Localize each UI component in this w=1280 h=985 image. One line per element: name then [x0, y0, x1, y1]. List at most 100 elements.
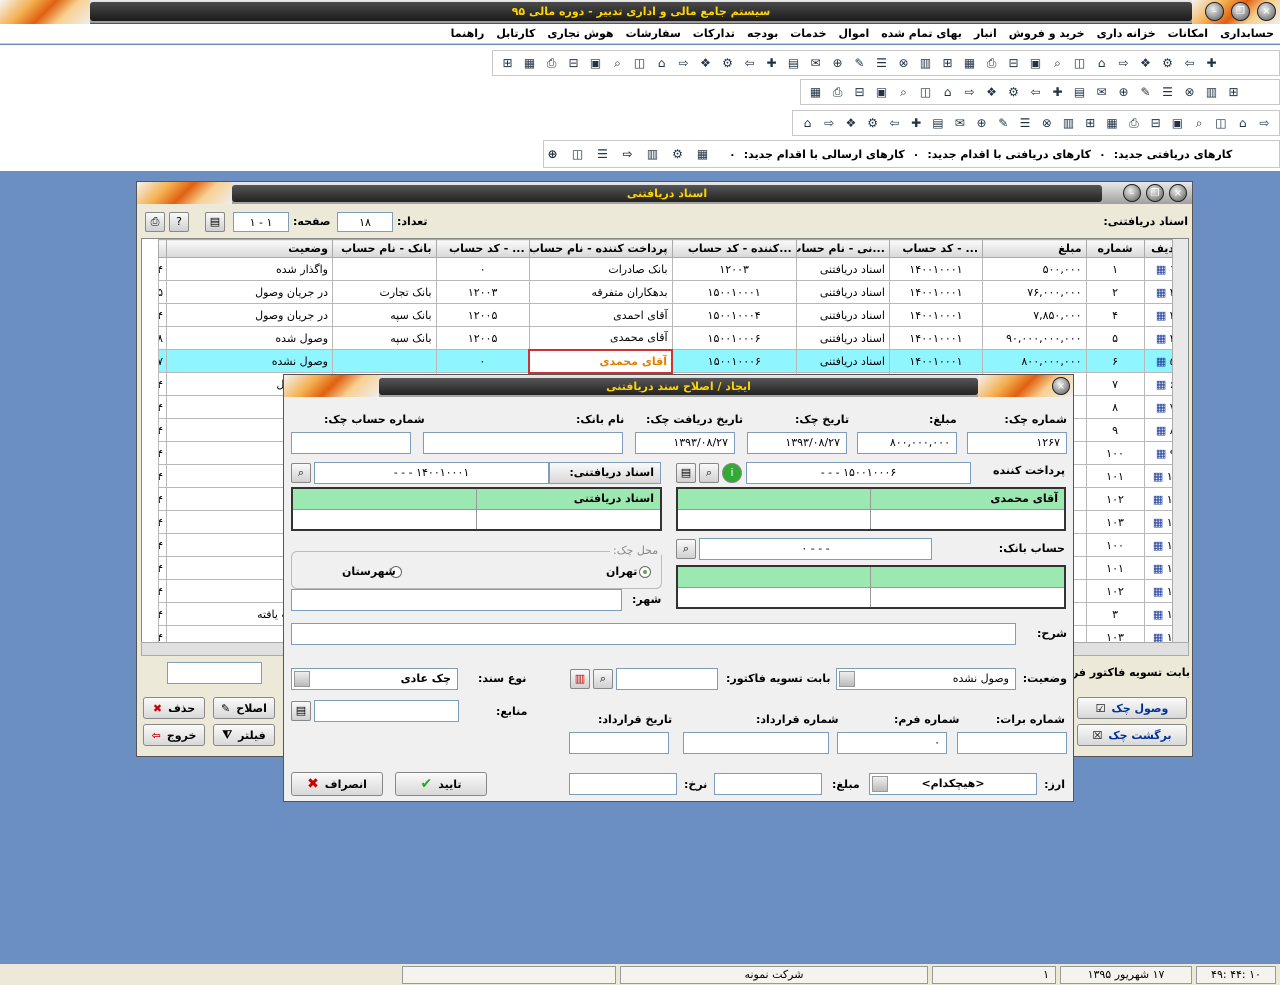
- bottom-invoice-field[interactable]: [167, 662, 262, 684]
- dialog-close-icon[interactable]: ×: [1052, 377, 1070, 395]
- row-icon[interactable]: ▦: [1156, 378, 1170, 391]
- toolbar-icon[interactable]: ⊞: [939, 55, 956, 72]
- kartabl-icon[interactable]: ▦: [694, 146, 711, 163]
- check-no-field[interactable]: ۱۲۶۷: [967, 432, 1067, 454]
- toolbar-icon[interactable]: ✚: [763, 55, 780, 72]
- toolbar-icon[interactable]: ⇦: [1181, 55, 1198, 72]
- ok-button[interactable]: تایید ✔: [395, 772, 487, 796]
- table-row[interactable]: ۱ ▦۱۵۰۰,۰۰۰۱۴۰۰۱۰۰۰۱اسناد دریافتنی۱۲۰۰۳ب…: [157, 257, 1188, 281]
- row-icon[interactable]: ▦: [1153, 562, 1167, 575]
- row-icon[interactable]: ▦: [1153, 493, 1167, 506]
- filter-button[interactable]: فیلتر ⧩: [213, 724, 275, 746]
- toolbar-icon[interactable]: ▣: [1169, 115, 1186, 132]
- kartabl-icon[interactable]: ⚙: [669, 146, 686, 163]
- toolbar-icon[interactable]: ☰: [873, 55, 890, 72]
- contract-date-field[interactable]: [569, 732, 669, 754]
- row-icon[interactable]: ▦: [1153, 539, 1167, 552]
- bank-name-field[interactable]: [423, 432, 623, 454]
- table-row[interactable]: ۴ ▦۵۹۰,۰۰۰,۰۰۰,۰۰۰۱۴۰۰۱۰۰۰۱اسناد دریافتن…: [157, 326, 1188, 350]
- received-action-value[interactable]: ۰: [913, 148, 920, 161]
- toolbar-icon[interactable]: ▣: [587, 55, 604, 72]
- toolbar-icon[interactable]: ⎙: [1125, 115, 1142, 132]
- barat-field[interactable]: [957, 732, 1067, 754]
- toolbar-icon[interactable]: ⚙: [1005, 84, 1022, 101]
- toolbar-icon[interactable]: ✉: [1093, 84, 1110, 101]
- toolbar-icon[interactable]: ✚: [1203, 55, 1220, 72]
- win-minimize-icon[interactable]: –: [1123, 184, 1141, 202]
- radio-tehran[interactable]: [639, 566, 651, 578]
- toolbar-icon[interactable]: ▥: [1060, 115, 1077, 132]
- toolbar-icon[interactable]: ⌕: [1049, 55, 1066, 72]
- page-value[interactable]: ۱ - ۱: [233, 212, 289, 232]
- received-value[interactable]: ۰: [1099, 148, 1106, 161]
- cancel-button[interactable]: انصراف ✖: [291, 772, 383, 796]
- print-icon[interactable]: ⎙: [145, 212, 165, 232]
- restore-icon[interactable]: ❐: [1231, 2, 1250, 21]
- toolbar-icon[interactable]: ⊞: [1225, 84, 1242, 101]
- toolbar-icon[interactable]: ☰: [1017, 115, 1034, 132]
- sent-action-value[interactable]: ۰: [729, 148, 736, 161]
- win-close-icon[interactable]: ×: [1169, 184, 1187, 202]
- row-icon[interactable]: ▦: [1153, 585, 1167, 598]
- toolbar-icon[interactable]: ⊞: [1082, 115, 1099, 132]
- bargasht-check-button[interactable]: برگشت چک ☒: [1077, 724, 1187, 746]
- menu-item[interactable]: راهنما: [445, 24, 491, 44]
- menu-item[interactable]: بهای تمام شده: [875, 24, 968, 44]
- menu-item[interactable]: کارتابل: [490, 24, 541, 44]
- toolbar-icon[interactable]: ▤: [930, 115, 947, 132]
- toolbar-icon[interactable]: ⊕: [829, 55, 846, 72]
- toolbar-icon[interactable]: ⌕: [1191, 115, 1208, 132]
- menu-item[interactable]: خرید و فروش: [1003, 24, 1091, 44]
- invoice-search-icon[interactable]: ⌕: [593, 669, 613, 689]
- row-icon[interactable]: ▦: [1156, 332, 1170, 345]
- row-icon[interactable]: ▦: [1156, 286, 1170, 299]
- toolbar-icon[interactable]: ✎: [995, 115, 1012, 132]
- toolbar-icon[interactable]: ⇨: [821, 115, 838, 132]
- toolbar-icon[interactable]: ⊕: [973, 115, 990, 132]
- account-no-field[interactable]: [291, 432, 411, 454]
- toolbar-icon[interactable]: ⎙: [983, 55, 1000, 72]
- menu-item[interactable]: تدارکات: [687, 24, 741, 44]
- toolbar-icon[interactable]: ⌂: [653, 55, 670, 72]
- toolbar-icon[interactable]: ✉: [951, 115, 968, 132]
- payer-doc-icon[interactable]: ▤: [676, 463, 696, 483]
- city-field[interactable]: [291, 589, 622, 611]
- toolbar-icon[interactable]: ◫: [1213, 115, 1230, 132]
- rate-field[interactable]: [569, 773, 677, 795]
- toolbar-icon[interactable]: ✚: [908, 115, 925, 132]
- toolbar-icon[interactable]: ⊟: [851, 84, 868, 101]
- kartabl-icon[interactable]: ◫: [569, 146, 586, 163]
- toolbar-icon[interactable]: ✎: [1137, 84, 1154, 101]
- menu-item[interactable]: اموال: [833, 24, 876, 44]
- column-header[interactable]: پرداخت کننده - نام حساب: [528, 239, 673, 258]
- cur-amount-field[interactable]: [714, 773, 822, 795]
- row-icon[interactable]: ▦: [1156, 355, 1170, 368]
- column-header[interactable]: شماره: [1085, 239, 1145, 258]
- toolbar-icon[interactable]: ⊗: [1038, 115, 1055, 132]
- kartabl-icon[interactable]: ▥: [644, 146, 661, 163]
- toolbar-icon[interactable]: ❖: [1137, 55, 1154, 72]
- toolbar-icon[interactable]: ◫: [1071, 55, 1088, 72]
- payer-code-field[interactable]: ۱۵۰۰۱۰۰۰۶ - - -: [746, 462, 971, 484]
- row-icon[interactable]: ▦: [1153, 608, 1167, 621]
- toolbar-icon[interactable]: ▥: [917, 55, 934, 72]
- table-row[interactable]: ۳ ▦۴۷,۸۵۰,۰۰۰۱۴۰۰۱۰۰۰۱اسناد دریافتنی۱۵۰۰…: [157, 303, 1188, 327]
- toolbar-icon[interactable]: ✚: [1049, 84, 1066, 101]
- toolbar-icon[interactable]: ▦: [1104, 115, 1121, 132]
- toolbar-icon[interactable]: ⊗: [895, 55, 912, 72]
- toolbar-icon[interactable]: ✉: [807, 55, 824, 72]
- doc-type-field[interactable]: چک عادی: [291, 668, 458, 690]
- menu-item[interactable]: انبار: [968, 24, 1003, 44]
- toolbar-icon[interactable]: ⚙: [719, 55, 736, 72]
- row-icon[interactable]: ▦: [1156, 263, 1170, 276]
- row-icon[interactable]: ▦: [1156, 424, 1170, 437]
- toolbar-icon[interactable]: ⊟: [565, 55, 582, 72]
- table-row[interactable]: ۲ ▦۲۷۶,۰۰۰,۰۰۰۱۴۰۰۱۰۰۰۱اسناد دریافتنی۱۵۰…: [157, 280, 1188, 304]
- row-icon[interactable]: ▦: [1156, 447, 1170, 460]
- column-header[interactable]: بانک - نام حساب: [332, 239, 437, 258]
- toolbar-icon[interactable]: ⊕: [1115, 84, 1132, 101]
- sources-field[interactable]: [314, 700, 459, 722]
- delete-button[interactable]: حذف ✖: [143, 697, 205, 719]
- info-icon[interactable]: i: [722, 463, 742, 483]
- close-icon[interactable]: ×: [1257, 2, 1276, 21]
